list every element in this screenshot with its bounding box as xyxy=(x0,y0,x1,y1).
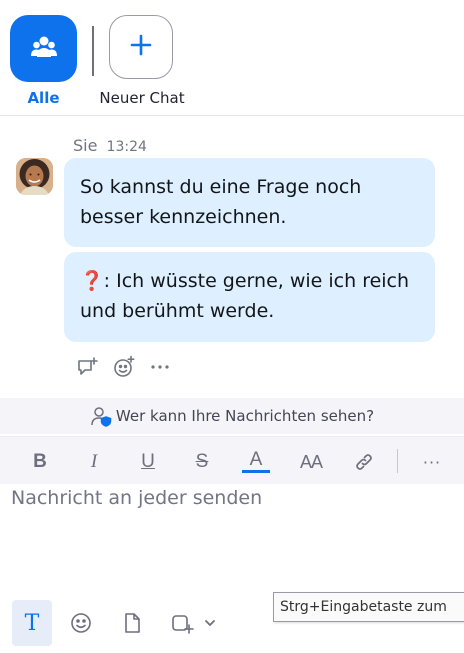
reply-thread-icon[interactable] xyxy=(76,355,100,379)
visibility-info-text: Wer kann Ihre Nachrichten sehen? xyxy=(115,407,375,425)
font-color-button[interactable]: A xyxy=(242,449,270,473)
message-text: : Ich wüsste gerne, wie ich reich und be… xyxy=(80,270,410,322)
chevron-down-icon[interactable] xyxy=(198,600,222,646)
message-bubble[interactable]: So kannst du eine Frage noch besser kenn… xyxy=(64,158,435,247)
new-chat-label[interactable]: Neuer Chat xyxy=(92,89,192,107)
underline-button[interactable]: U xyxy=(134,449,162,475)
question-mark-icon: ❓ xyxy=(80,270,104,292)
chat-window: Alle Neuer Chat Sie 13:24 So kannst du e… xyxy=(0,0,464,653)
send-shortcut-tooltip: Strg+Eingabetaste zum xyxy=(273,592,464,622)
more-options-icon[interactable] xyxy=(148,355,172,379)
file-icon[interactable] xyxy=(112,600,152,646)
header-divider xyxy=(92,26,94,76)
message-sender: Sie 13:24 xyxy=(73,136,147,155)
group-icon xyxy=(29,32,59,66)
formatting-toolbar: B I U S A AA ··· xyxy=(0,436,464,484)
avatar[interactable] xyxy=(16,158,53,195)
message-input[interactable]: Nachricht an jeder senden xyxy=(11,487,451,509)
emoji-icon[interactable] xyxy=(61,600,101,646)
new-chat-button[interactable] xyxy=(109,15,173,79)
chat-header: Alle Neuer Chat xyxy=(0,0,464,116)
message-actions xyxy=(76,355,172,379)
bold-button[interactable]: B xyxy=(26,449,54,475)
visibility-info-bar[interactable]: Wer kann Ihre Nachrichten sehen? xyxy=(0,398,464,434)
tab-all-button[interactable] xyxy=(10,15,77,82)
link-icon[interactable] xyxy=(350,449,378,475)
screenshot-icon[interactable] xyxy=(162,600,202,646)
tab-all-label[interactable]: Alle xyxy=(10,89,77,107)
message-time: 13:24 xyxy=(106,139,147,155)
font-size-button[interactable]: AA xyxy=(294,449,328,475)
sender-name: Sie xyxy=(73,136,98,155)
italic-button[interactable]: I xyxy=(80,449,108,475)
toolbar-divider xyxy=(397,449,398,473)
strikethrough-button[interactable]: S xyxy=(188,449,216,475)
message-bubble[interactable]: ❓: Ich wüsste gerne, wie ich reich und b… xyxy=(64,252,435,342)
add-reaction-icon[interactable] xyxy=(112,355,136,379)
text-format-toggle[interactable]: T xyxy=(12,600,52,646)
user-shield-icon xyxy=(90,405,112,427)
more-formatting-button[interactable]: ··· xyxy=(418,449,446,475)
plus-icon xyxy=(129,33,153,61)
